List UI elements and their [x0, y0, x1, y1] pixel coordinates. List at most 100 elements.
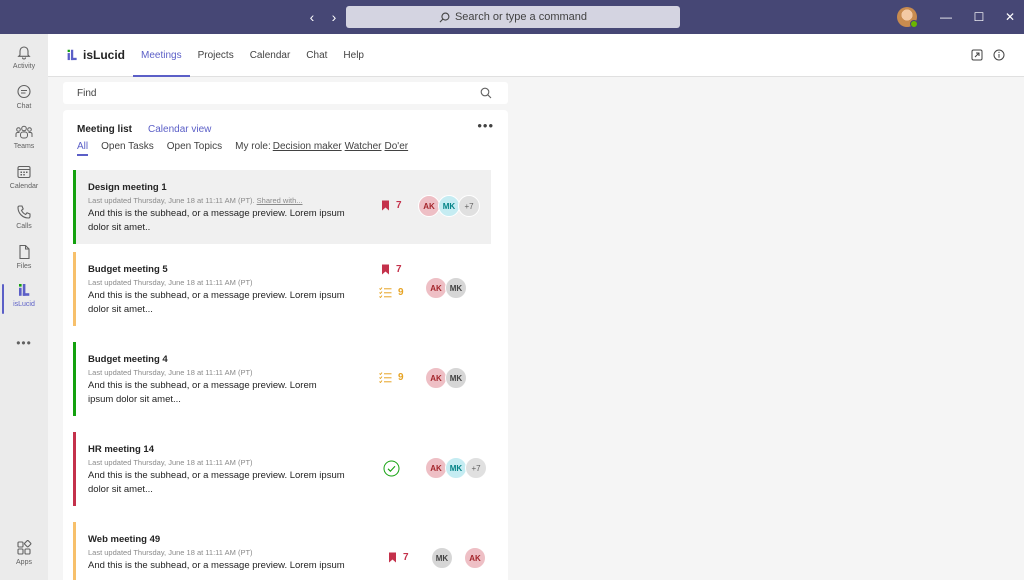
info-icon[interactable]	[993, 49, 1005, 61]
avatar-overflow[interactable]: +7	[458, 195, 480, 217]
last-updated: Last updated Thursday, June 18 at 11:11 …	[88, 278, 253, 287]
meeting-meta: Last updated Thursday, June 18 at 11:11 …	[88, 196, 303, 205]
tab-projects[interactable]: Projects	[190, 34, 242, 77]
meeting-preview: And this is the subhead, or a message pr…	[88, 380, 317, 405]
islucid-logo-icon	[67, 49, 77, 61]
avatar[interactable]: MK	[445, 367, 467, 389]
tab-help[interactable]: Help	[335, 34, 372, 77]
status-bar	[73, 170, 76, 244]
app-rail: Activity Chat Teams Calendar Calls Files…	[0, 34, 48, 580]
meeting-card[interactable]: Budget meeting 4 Last updated Thursday, …	[73, 342, 491, 416]
checkmark-circle-icon	[383, 460, 400, 477]
popout-icon[interactable]	[971, 49, 983, 61]
rail-item-files[interactable]: Files	[0, 244, 48, 284]
file-icon	[19, 244, 30, 260]
rail-item-calendar[interactable]: Calendar	[0, 164, 48, 204]
meeting-title: Budget meeting 5	[88, 264, 168, 275]
main-area: isLucid Meetings Projects Calendar Chat …	[48, 34, 1024, 580]
rail-item-islucid[interactable]: isLucid	[0, 282, 48, 322]
status-bar	[73, 342, 76, 416]
bookmark-badge: 7	[381, 200, 402, 211]
history-nav: ‹ ›	[306, 9, 340, 25]
back-arrow-icon[interactable]: ‹	[306, 9, 318, 25]
meeting-card[interactable]: HR meeting 14 Last updated Thursday, Jun…	[73, 432, 491, 506]
role-watcher[interactable]: Watcher	[345, 141, 382, 152]
more-apps-icon[interactable]: •••	[0, 336, 48, 350]
more-options-icon[interactable]: •••	[477, 118, 494, 133]
avatar[interactable]: AK	[464, 547, 486, 569]
close-icon[interactable]: ✕	[1003, 10, 1017, 24]
task-count: 9	[398, 287, 404, 298]
bookmark-icon	[389, 552, 396, 563]
shared-with-link[interactable]: Shared with...	[257, 196, 303, 205]
task-count: 9	[398, 372, 404, 383]
forward-arrow-icon[interactable]: ›	[328, 9, 340, 25]
avatar[interactable]: MK	[445, 457, 467, 479]
meeting-preview: And this is the subhead, or a message pr…	[88, 560, 345, 571]
avatar[interactable]: MK	[438, 195, 460, 217]
app-header: isLucid Meetings Projects Calendar Chat …	[48, 34, 1024, 77]
task-list-icon	[379, 287, 392, 298]
bookmark-count: 7	[396, 264, 402, 275]
avatar[interactable]: AK	[425, 457, 447, 479]
meeting-card[interactable]: Budget meeting 5 Last updated Thursday, …	[73, 252, 491, 326]
filter-open-topics[interactable]: Open Topics	[167, 141, 222, 152]
rail-label: Files	[16, 263, 32, 270]
rail-item-activity[interactable]: Activity	[0, 44, 48, 84]
calendar-view-link[interactable]: Calendar view	[148, 124, 211, 135]
tab-meetings[interactable]: Meetings	[133, 34, 190, 77]
tasks-badge: 9	[379, 287, 404, 298]
search-icon[interactable]	[480, 87, 492, 99]
maximize-icon[interactable]: ☐	[972, 10, 986, 24]
bell-icon	[17, 46, 31, 60]
last-updated: Last updated Thursday, June 18 at 11:11 …	[88, 196, 255, 205]
meeting-card[interactable]: Design meeting 1 Last updated Thursday, …	[73, 170, 491, 244]
avatar-overflow[interactable]: +7	[465, 457, 487, 479]
panel-title: Meeting list	[77, 124, 133, 135]
rail-item-calls[interactable]: Calls	[0, 204, 48, 244]
bookmark-icon	[382, 264, 389, 275]
status-bar	[73, 522, 76, 580]
rail-label: Apps	[16, 559, 32, 566]
rail-label: Teams	[13, 143, 35, 150]
phone-icon	[17, 205, 31, 219]
meeting-card[interactable]: Web meeting 49 Last updated Thursday, Ju…	[73, 522, 491, 580]
app-tabs: Meetings Projects Calendar Chat Help	[133, 34, 372, 77]
task-list-icon	[379, 372, 392, 383]
bookmark-badge: 7	[381, 264, 402, 275]
meeting-title: Design meeting 1	[88, 182, 167, 193]
presence-available-icon	[910, 20, 918, 28]
bookmark-badge: 7	[388, 552, 409, 563]
role-label: My role:	[235, 141, 271, 152]
meeting-preview: And this is the subhead, or a message pr…	[88, 470, 345, 495]
rail-label: Activity	[12, 63, 36, 70]
meeting-preview: And this is the subhead, or a message pr…	[88, 290, 345, 315]
avatar[interactable]: AK	[425, 277, 447, 299]
rail-item-apps[interactable]: Apps	[0, 540, 48, 580]
rail-item-teams[interactable]: Teams	[0, 124, 48, 164]
islucid-logo-icon	[19, 284, 30, 296]
tab-calendar[interactable]: Calendar	[242, 34, 299, 77]
rail-label: isLucid	[13, 301, 35, 308]
role-doer[interactable]: Do'er	[385, 141, 409, 152]
meeting-title: Budget meeting 4	[88, 354, 168, 365]
filter-all[interactable]: All	[77, 141, 89, 156]
filter-bar: All Open Tasks Open Topics My role: Deci…	[77, 141, 411, 156]
command-search-bar[interactable]: Search or type a command	[346, 6, 680, 28]
last-updated: Last updated Thursday, June 18 at 11:11 …	[88, 368, 253, 377]
tasks-badge: 9	[379, 372, 404, 383]
command-search-placeholder: Search or type a command	[454, 11, 588, 23]
meeting-preview: And this is the subhead, or a message pr…	[88, 208, 345, 233]
rail-item-chat[interactable]: Chat	[0, 84, 48, 124]
avatar[interactable]: MK	[445, 277, 467, 299]
role-decision-maker[interactable]: Decision maker	[273, 141, 342, 152]
tab-chat[interactable]: Chat	[298, 34, 335, 77]
status-bar	[73, 432, 76, 506]
minimize-icon[interactable]: —	[939, 10, 953, 24]
avatar[interactable]: AK	[418, 195, 440, 217]
find-input[interactable]	[63, 82, 463, 104]
avatar[interactable]: MK	[431, 547, 453, 569]
filter-open-tasks[interactable]: Open Tasks	[101, 141, 154, 152]
avatar[interactable]: AK	[425, 367, 447, 389]
meeting-title: HR meeting 14	[88, 444, 154, 455]
